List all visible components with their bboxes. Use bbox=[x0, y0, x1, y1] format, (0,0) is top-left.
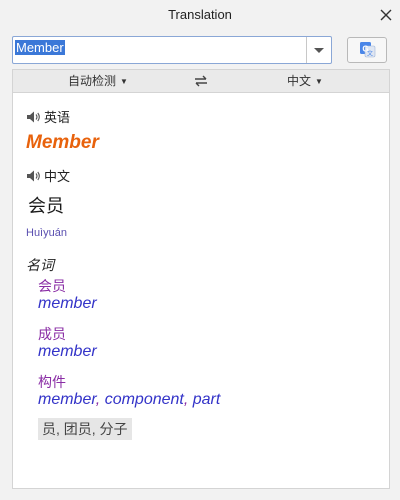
google-translate-icon: G 文 bbox=[360, 42, 376, 58]
search-input-text: Member bbox=[15, 40, 65, 55]
chevron-down-icon bbox=[314, 48, 324, 53]
close-icon bbox=[380, 9, 392, 21]
sense-en: member bbox=[38, 295, 97, 313]
search-dropdown-button[interactable] bbox=[306, 37, 331, 63]
sense-zh: 成员 bbox=[38, 326, 66, 342]
target-language-name: 中文 bbox=[44, 169, 71, 184]
swap-languages-button[interactable] bbox=[193, 73, 209, 89]
target-word: 会员 bbox=[28, 192, 64, 218]
separator: , bbox=[95, 391, 105, 408]
chevron-down-icon: ▼ bbox=[120, 77, 128, 86]
sense-en: member bbox=[38, 343, 97, 361]
sense-zh: 构件 bbox=[38, 374, 66, 390]
window-titlebar: Translation bbox=[0, 0, 400, 30]
sense-en-term[interactable]: part bbox=[193, 391, 221, 408]
source-word-text: Member bbox=[26, 132, 99, 153]
sense-en-term[interactable]: member bbox=[38, 391, 96, 408]
sense-en-term[interactable]: member bbox=[38, 343, 97, 360]
pinyin-text: Huìyuán bbox=[26, 227, 67, 239]
language-bar: 自动检测 ▼ 中文 ▼ bbox=[12, 69, 390, 93]
speaker-icon[interactable] bbox=[26, 169, 42, 183]
synonyms: 员, 团员, 分子 bbox=[38, 418, 132, 440]
target-language-label: 中文 bbox=[287, 74, 312, 88]
synonyms-text: 员, 团员, 分子 bbox=[38, 418, 132, 440]
search-combobox[interactable]: Member bbox=[12, 36, 332, 64]
search-input[interactable]: Member bbox=[15, 40, 305, 58]
target-word-text: 会员 bbox=[28, 196, 64, 216]
part-of-speech: 名词 bbox=[26, 255, 54, 275]
translate-button[interactable]: G 文 bbox=[347, 37, 387, 63]
source-word: Member bbox=[26, 132, 99, 154]
search-row: Member G 文 bbox=[12, 36, 388, 64]
separator: , bbox=[183, 391, 193, 408]
swap-icon bbox=[195, 75, 207, 87]
target-language-row: 中文 bbox=[26, 166, 70, 185]
target-language-select[interactable]: 中文 ▼ bbox=[287, 70, 323, 92]
speaker-icon[interactable] bbox=[26, 110, 42, 124]
svg-text:文: 文 bbox=[367, 50, 373, 58]
sense-zh: 会员 bbox=[38, 278, 66, 294]
pinyin: Huìyuán bbox=[26, 224, 67, 239]
close-button[interactable] bbox=[376, 5, 396, 25]
sense-en-term[interactable]: component bbox=[105, 391, 184, 408]
source-language-row: 英语 bbox=[26, 107, 70, 126]
source-language-name: 英语 bbox=[44, 110, 71, 125]
sense-en-term[interactable]: member bbox=[38, 295, 97, 312]
window-title: Translation bbox=[168, 7, 232, 22]
source-language-label: 自动检测 bbox=[68, 74, 117, 88]
source-language-select[interactable]: 自动检测 ▼ bbox=[68, 70, 128, 92]
translation-result-panel: 英语 Member 中文 会员 Huìyuán 名词 会员 member 成员 … bbox=[12, 93, 390, 489]
part-of-speech-text: 名词 bbox=[26, 257, 54, 273]
sense-en: member, component, part bbox=[38, 391, 220, 409]
chevron-down-icon: ▼ bbox=[315, 77, 323, 86]
